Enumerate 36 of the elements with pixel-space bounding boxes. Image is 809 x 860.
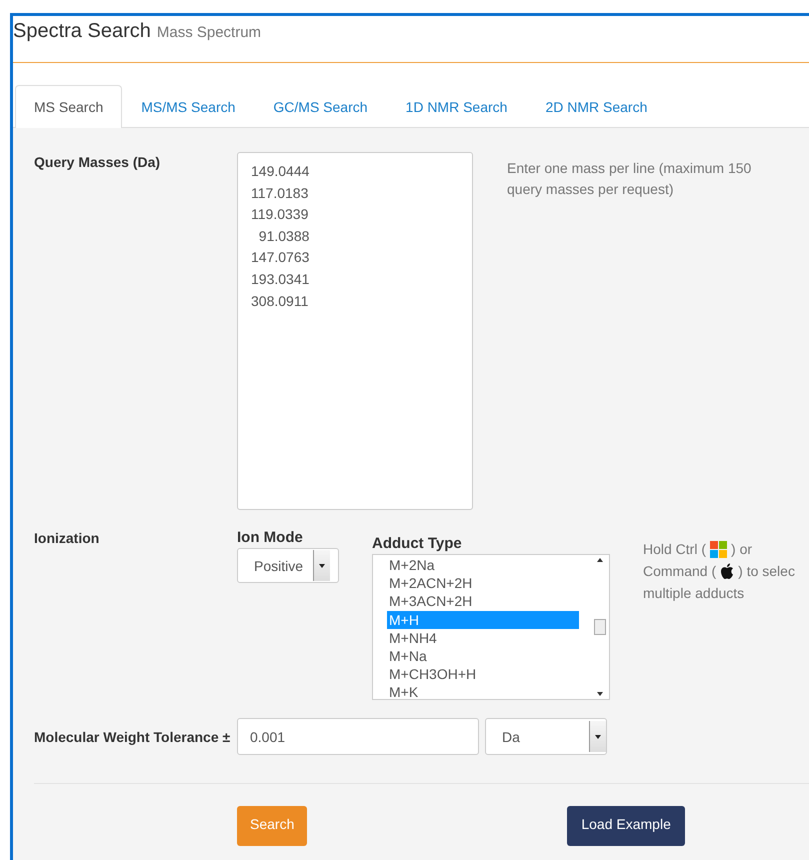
tab[interactable]: 1D NMR Search: [386, 85, 526, 128]
unit-dropdown[interactable]: Da: [485, 718, 607, 755]
list-option[interactable]: M+Na: [387, 647, 579, 666]
field-label: Molecular Weight Tolerance ±: [34, 728, 232, 747]
list-option[interactable]: M+2Na: [387, 556, 579, 574]
four-squares-icon: [710, 540, 728, 558]
adduct-list[interactable]: M+2Na M+2ACN+2H M+3ACN+2H M+H M+NH4 M+Na M+CH3OH+H M+K: [372, 554, 610, 700]
load-example-button[interactable]: Load Example: [567, 806, 685, 846]
tab[interactable]: 2D NMR Search: [526, 85, 666, 128]
field-label: Adduct Type: [372, 534, 463, 554]
scroll-down-icon[interactable]: [596, 690, 604, 698]
list-option[interactable]: M+3ACN+2H: [387, 592, 579, 611]
page-title: Spectra Search: [13, 19, 151, 44]
tab[interactable]: GC/MS Search: [254, 85, 387, 128]
list-option[interactable]: M+K: [387, 683, 579, 698]
ion-mode-dropdown[interactable]: Positive: [237, 548, 339, 583]
help-text: multiple adducts: [643, 584, 744, 603]
help-text: Hold Ctrl (: [643, 540, 706, 559]
help-text: Enter one mass per line (maximum 150 query masses per request): [507, 159, 752, 199]
field-label: Ion Mode: [237, 528, 304, 548]
field-label: Query Masses (Da): [34, 153, 162, 172]
scroll-up-icon[interactable]: [596, 556, 604, 564]
tab[interactable]: MS Search: [15, 85, 122, 128]
page-subtitle: Mass Spectrum: [156, 24, 262, 41]
tolerance-field[interactable]: 0.001: [237, 718, 479, 755]
list-option[interactable]: M+2ACN+2H: [387, 574, 579, 592]
scrollbar-thumb[interactable]: [594, 619, 606, 635]
list-option[interactable]: M+CH3OH+H: [387, 665, 579, 684]
field-label: Ionization: [34, 529, 100, 548]
help-text: Command (: [643, 562, 716, 581]
query-masses-field[interactable]: 149.0444 117.0183 119.0339 91.0388 147.0763 193.0341 308.0911: [237, 152, 473, 510]
list-option[interactable]: M+NH4: [387, 628, 579, 648]
apple-icon: [720, 562, 734, 580]
help-text: ) to selec: [738, 562, 795, 581]
help-text: ) or: [731, 540, 752, 559]
tab[interactable]: MS/MS Search: [122, 85, 254, 128]
